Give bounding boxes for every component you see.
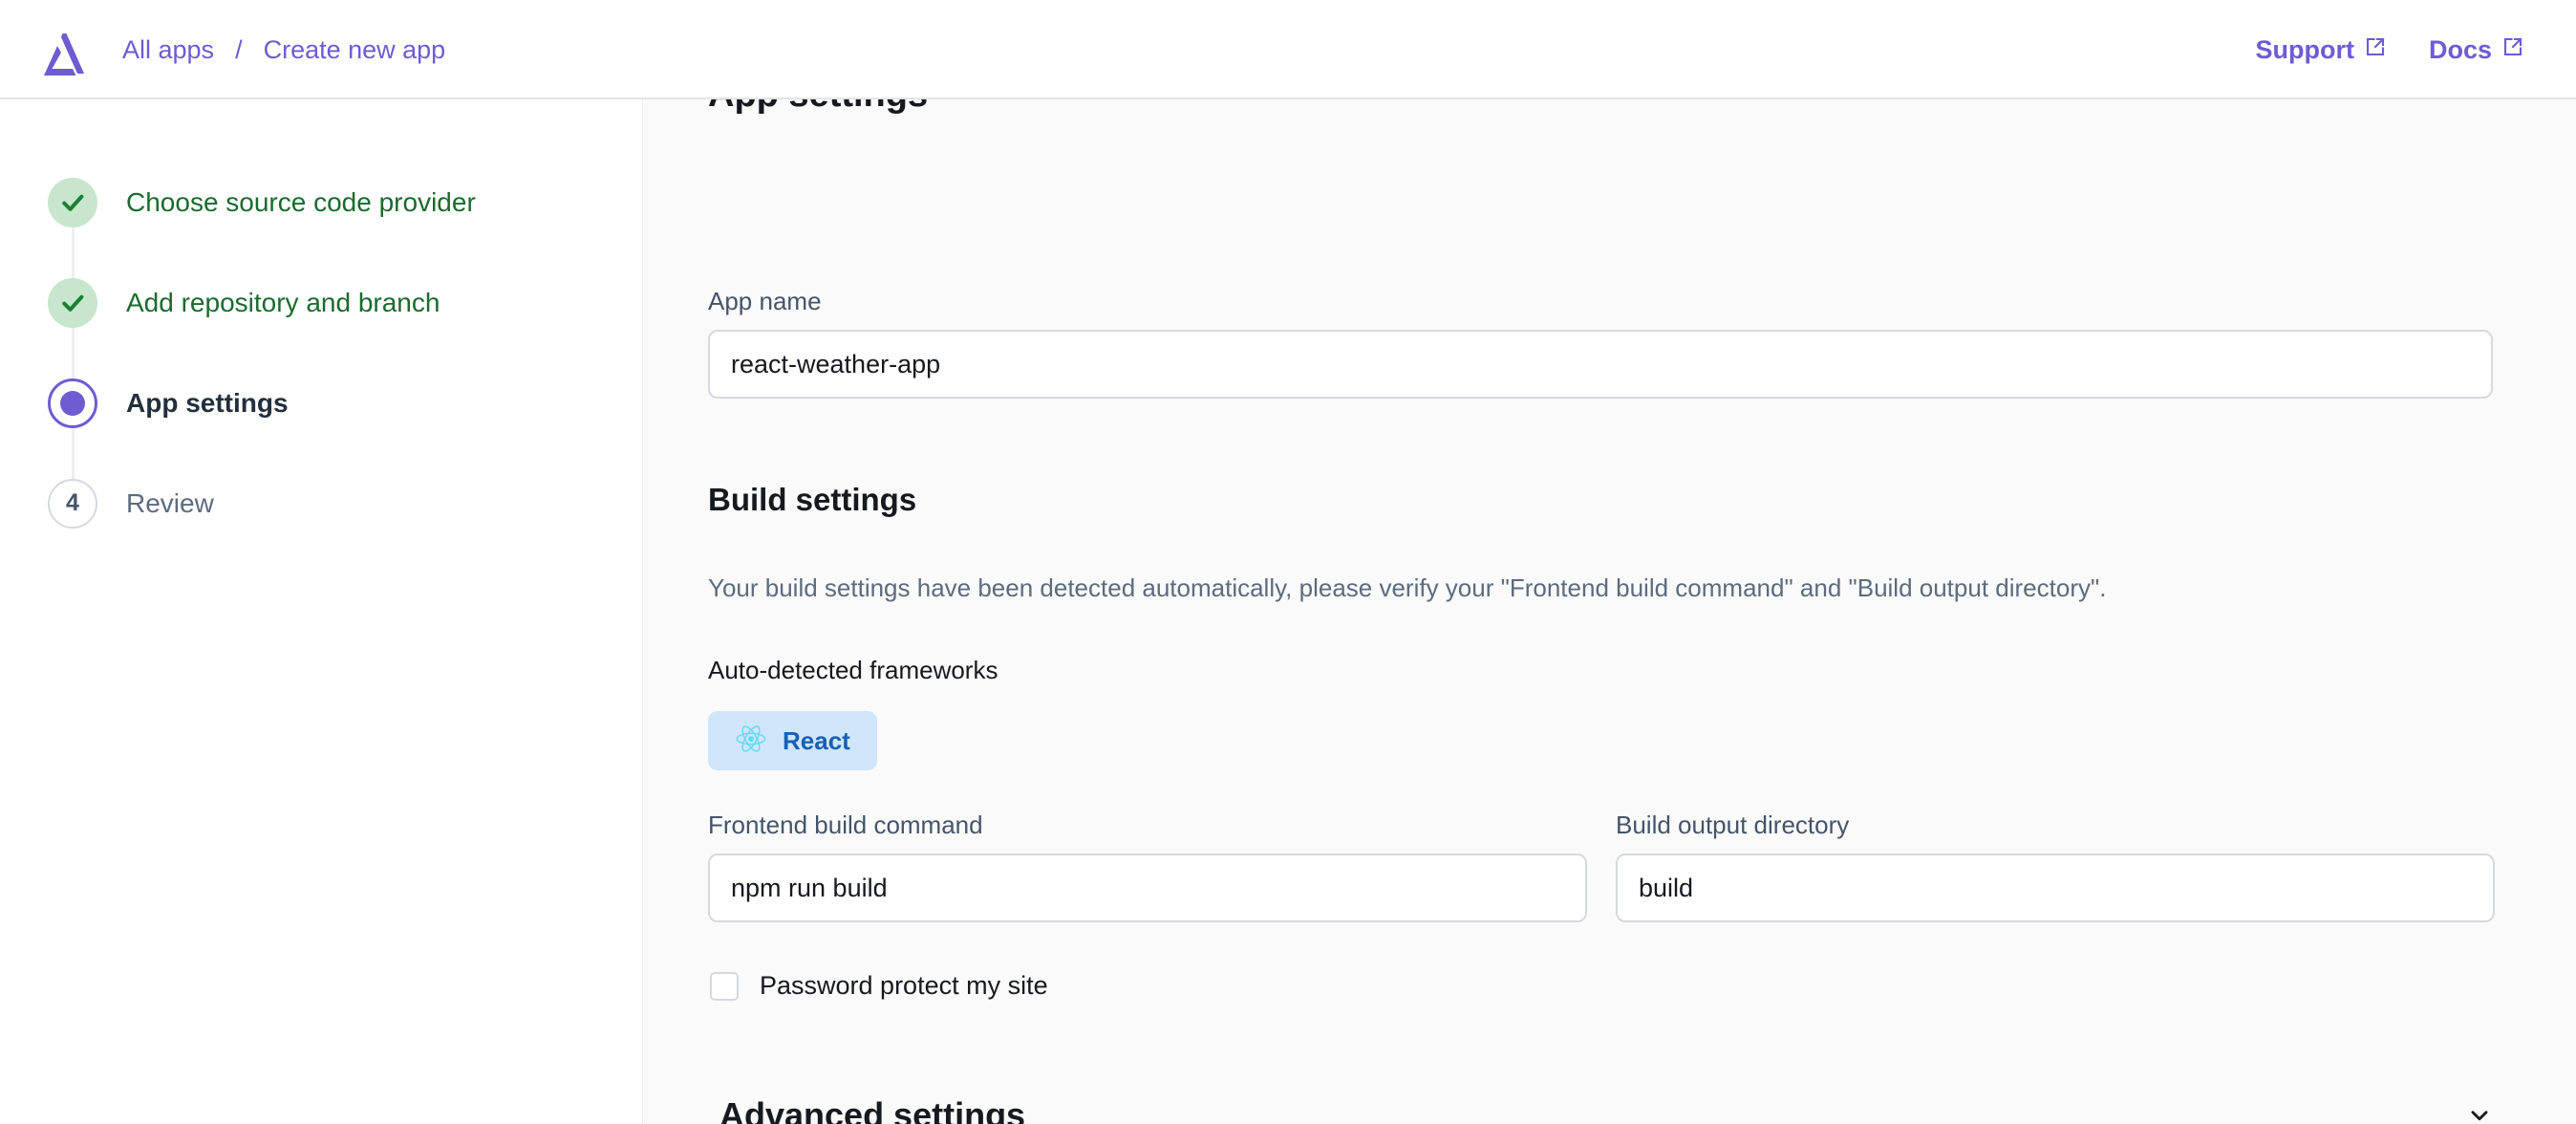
build-settings-description: Your build settings have been detected a…: [708, 573, 2107, 602]
page-title: App settings: [708, 99, 928, 116]
framework-chip-react[interactable]: React: [708, 711, 877, 770]
chevron-down-icon[interactable]: [2467, 1103, 2492, 1124]
build-output-directory-label: Build output directory: [1616, 811, 1850, 839]
current-step-dot-icon: [48, 378, 97, 428]
breadcrumb-separator: /: [235, 34, 243, 64]
sidebar-step-label: App settings: [126, 387, 289, 418]
step-marker-wrap: [44, 152, 101, 252]
framework-chip-label: React: [783, 725, 850, 755]
docs-link-label: Docs: [2428, 34, 2492, 64]
sidebar-step-label: Add repository and branch: [126, 287, 440, 317]
advanced-settings-toggle[interactable]: Advanced settings: [643, 1060, 2576, 1124]
main-content-panel: App settings App name Build settings You…: [643, 99, 2576, 1124]
sidebar-step-review[interactable]: 4 Review: [44, 453, 579, 553]
docs-link[interactable]: Docs: [2429, 35, 2524, 65]
wizard-sidebar: Choose source code provider Add reposito…: [0, 99, 643, 1124]
amplify-logo-icon[interactable]: [38, 27, 92, 80]
build-settings-heading: Build settings: [708, 482, 917, 517]
check-icon: [48, 277, 97, 328]
breadcrumb-all-apps[interactable]: All apps: [122, 36, 214, 63]
auto-detected-frameworks-label: Auto-detected frameworks: [708, 656, 998, 684]
app-name-input[interactable]: [708, 330, 2493, 399]
support-link-label: Support: [2255, 34, 2354, 64]
app-header: All apps / Create new app Support Docs: [0, 0, 2576, 99]
step-number-badge: 4: [48, 478, 97, 529]
build-output-directory-group: Build output directory: [1616, 811, 2495, 922]
password-protect-checkbox-row[interactable]: Password protect my site: [710, 971, 1048, 1001]
frontend-build-command-label: Frontend build command: [708, 811, 983, 839]
advanced-settings-title: Advanced settings: [719, 1094, 1026, 1124]
header-links: Support Docs: [2255, 0, 2524, 99]
react-logo-icon: [735, 723, 767, 760]
frontend-build-command-group: Frontend build command: [708, 811, 1587, 922]
password-protect-label: Password protect my site: [760, 971, 1048, 1000]
sidebar-step-choose-source-code-provider[interactable]: Choose source code provider: [44, 152, 579, 252]
step-number: 4: [66, 489, 79, 516]
check-icon: [48, 177, 97, 227]
sidebar-step-label: Choose source code provider: [126, 186, 476, 217]
step-marker-wrap: [44, 252, 101, 353]
external-link-icon: [2501, 35, 2524, 65]
build-output-directory-input[interactable]: [1616, 854, 2495, 922]
step-marker-wrap: [44, 353, 101, 453]
sidebar-step-label: Review: [126, 487, 214, 518]
filled-dot: [60, 390, 85, 416]
step-marker-wrap: 4: [44, 453, 101, 553]
breadcrumb-create-new-app[interactable]: Create new app: [264, 36, 446, 63]
password-protect-checkbox[interactable]: [710, 971, 739, 1001]
sidebar-step-add-repository-and-branch[interactable]: Add repository and branch: [44, 252, 579, 353]
frontend-build-command-input[interactable]: [708, 854, 1587, 922]
sidebar-step-app-settings[interactable]: App settings: [44, 353, 579, 453]
support-link[interactable]: Support: [2255, 35, 2386, 65]
step-connector: [72, 453, 75, 479]
app-name-label: App name: [708, 287, 822, 315]
external-link-icon: [2364, 35, 2387, 65]
wizard-stepper: Choose source code provider Add reposito…: [44, 152, 579, 553]
app-name-field-group: App name: [708, 287, 2493, 399]
breadcrumb: All apps / Create new app: [122, 0, 445, 99]
